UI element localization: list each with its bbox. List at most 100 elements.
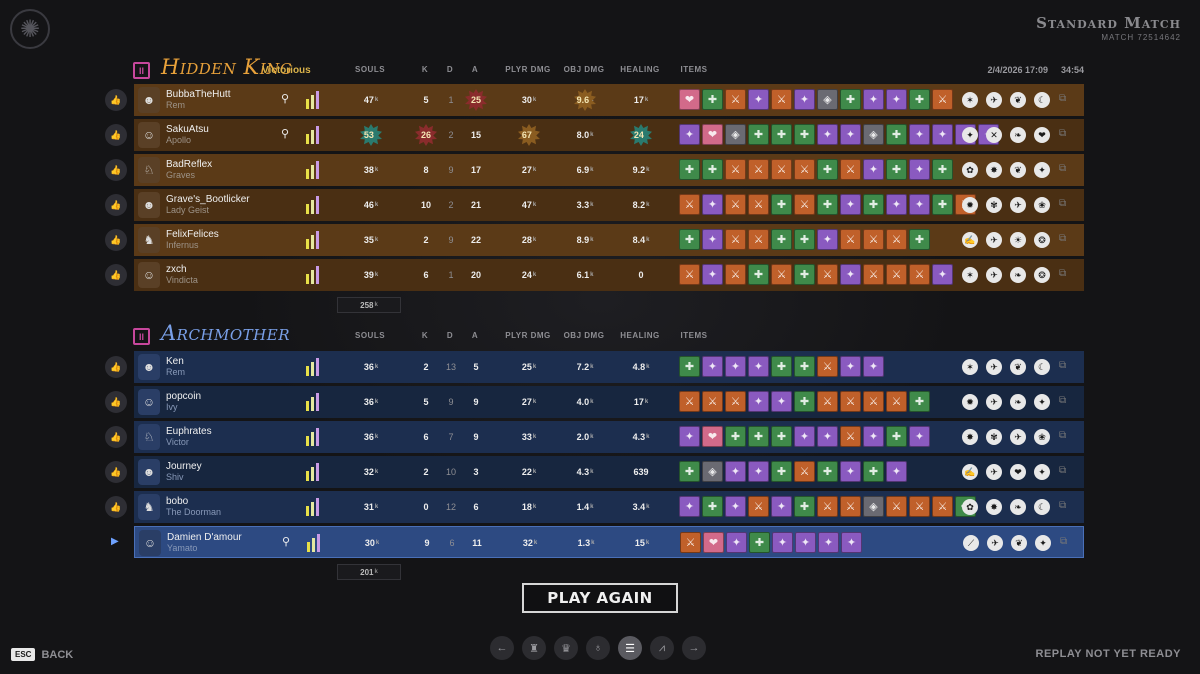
ability-icon[interactable]: ☾ <box>1034 499 1050 515</box>
purple-item-icon[interactable]: ✦ <box>817 124 838 145</box>
orange-item-icon[interactable]: ⚔ <box>771 89 792 110</box>
orange-item-icon[interactable]: ⚔ <box>932 89 953 110</box>
ability-icon[interactable]: ✍ <box>962 232 978 248</box>
ability-icon[interactable]: ❂ <box>1034 232 1050 248</box>
green-item-icon[interactable]: ✚ <box>840 89 861 110</box>
green-item-icon[interactable]: ✚ <box>932 194 953 215</box>
purple-item-icon[interactable]: ✦ <box>702 264 723 285</box>
player-row[interactable]: ☻ Ken Rem 36 k 2 13 5 25 k 7.2 k 4.8 k ✚ ✦ ✦ ✦ ✚ ✚ ⚔ ✦ ✦ ✶ ✈ ❦ ☾ ⧉ <box>134 351 1084 383</box>
orange-item-icon[interactable]: ⚔ <box>725 264 746 285</box>
orange-item-icon[interactable]: ⚔ <box>840 496 861 517</box>
purple-item-icon[interactable]: ✦ <box>817 229 838 250</box>
purple-item-icon[interactable]: ✦ <box>725 356 746 377</box>
purple-item-icon[interactable]: ✦ <box>679 426 700 447</box>
green-item-icon[interactable]: ✚ <box>794 264 815 285</box>
ability-icon[interactable]: ✶ <box>962 267 978 283</box>
green-item-icon[interactable]: ✚ <box>679 229 700 250</box>
copy-build-icon[interactable]: ⧉ <box>1060 536 1067 547</box>
purple-item-icon[interactable]: ✦ <box>818 532 839 553</box>
orange-item-icon[interactable]: ⚔ <box>840 229 861 250</box>
orange-item-icon[interactable]: ⚔ <box>725 159 746 180</box>
purple-item-icon[interactable]: ✦ <box>679 496 700 517</box>
rose-item-icon[interactable]: ❤ <box>679 89 700 110</box>
purple-item-icon[interactable]: ✦ <box>932 124 953 145</box>
purple-item-icon[interactable]: ✦ <box>863 356 884 377</box>
back-button[interactable]: ESC BACK <box>11 648 73 661</box>
green-item-icon[interactable]: ✚ <box>771 426 792 447</box>
purple-item-icon[interactable]: ✦ <box>748 391 769 412</box>
green-item-icon[interactable]: ✚ <box>794 391 815 412</box>
purple-item-icon[interactable]: ✦ <box>702 356 723 377</box>
player-row[interactable]: ♘ BadReflex Graves 38 k 8 9 17 27 k 6.9 k 9.2 k ✚ ✚ ⚔ ⚔ ⚔ ⚔… <box>134 154 1084 186</box>
player-row[interactable]: ☻ Grave's_Bootlicker Lady Geist 46 k 10 2 21 47 k… <box>134 189 1084 221</box>
purple-item-icon[interactable]: ✦ <box>863 89 884 110</box>
purple-item-icon[interactable]: ✦ <box>772 532 793 553</box>
ability-icon[interactable]: ⟋ <box>963 535 979 551</box>
orange-item-icon[interactable]: ⚔ <box>909 496 930 517</box>
orange-item-icon[interactable]: ⚔ <box>840 391 861 412</box>
ability-icon[interactable]: ❤ <box>1010 464 1026 480</box>
green-item-icon[interactable]: ✚ <box>748 264 769 285</box>
ability-icon[interactable]: ❀ <box>1034 197 1050 213</box>
ability-icon[interactable]: ✾ <box>986 197 1002 213</box>
green-item-icon[interactable]: ✚ <box>794 356 815 377</box>
player-name[interactable]: Euphrates <box>166 426 212 437</box>
ability-icon[interactable]: ✈ <box>986 464 1002 480</box>
thumbs-up-icon[interactable]: 👍 <box>105 426 127 448</box>
green-item-icon[interactable]: ✚ <box>748 426 769 447</box>
ability-icon[interactable]: ❧ <box>1010 127 1026 143</box>
ability-icon[interactable]: ❧ <box>1010 267 1026 283</box>
gray-item-icon[interactable]: ◈ <box>702 461 723 482</box>
green-item-icon[interactable]: ✚ <box>863 194 884 215</box>
player-name[interactable]: Journey <box>166 461 202 472</box>
player-name[interactable]: bobo <box>166 496 188 507</box>
green-item-icon[interactable]: ✚ <box>702 159 723 180</box>
ability-icon[interactable]: ✦ <box>962 127 978 143</box>
orange-item-icon[interactable]: ⚔ <box>863 229 884 250</box>
player-name[interactable]: Ken <box>166 356 184 367</box>
player-row[interactable]: ☺ Damien D'amour Yamato ⚲ 30 k 9 6 11 32 k 1.3 k 15 k ⚔… <box>134 526 1084 558</box>
orange-item-icon[interactable]: ⚔ <box>702 391 723 412</box>
gray-item-icon[interactable]: ◈ <box>863 124 884 145</box>
purple-item-icon[interactable]: ✦ <box>771 391 792 412</box>
purple-item-icon[interactable]: ✦ <box>817 426 838 447</box>
gray-item-icon[interactable]: ◈ <box>863 496 884 517</box>
orange-item-icon[interactable]: ⚔ <box>679 194 700 215</box>
thumbs-up-icon[interactable]: 👍 <box>105 159 127 181</box>
green-item-icon[interactable]: ✚ <box>679 159 700 180</box>
purple-item-icon[interactable]: ✦ <box>748 461 769 482</box>
orange-item-icon[interactable]: ⚔ <box>680 532 701 553</box>
copy-build-icon[interactable]: ⧉ <box>1059 430 1066 441</box>
ability-icon[interactable]: ✈ <box>1010 429 1026 445</box>
purple-item-icon[interactable]: ✦ <box>840 264 861 285</box>
copy-build-icon[interactable]: ⧉ <box>1059 395 1066 406</box>
ability-icon[interactable]: ✾ <box>986 429 1002 445</box>
purple-item-icon[interactable]: ✦ <box>795 532 816 553</box>
green-item-icon[interactable]: ✚ <box>794 124 815 145</box>
player-name[interactable]: BubbaTheHutt <box>166 89 231 100</box>
green-item-icon[interactable]: ✚ <box>817 461 838 482</box>
orange-item-icon[interactable]: ⚔ <box>840 426 861 447</box>
purple-item-icon[interactable]: ✦ <box>909 426 930 447</box>
purple-item-icon[interactable]: ✦ <box>909 159 930 180</box>
purple-item-icon[interactable]: ✦ <box>679 124 700 145</box>
green-item-icon[interactable]: ✚ <box>932 159 953 180</box>
copy-build-icon[interactable]: ⧉ <box>1059 500 1066 511</box>
player-name[interactable]: zxch <box>166 264 187 275</box>
ability-icon[interactable]: ☀ <box>1010 232 1026 248</box>
gray-item-icon[interactable]: ◈ <box>817 89 838 110</box>
green-item-icon[interactable]: ✚ <box>771 229 792 250</box>
player-row[interactable]: ☻ Journey Shiv 32 k 2 10 3 22 k 4.3 k 639 ✚ ◈ ✦ ✦ ✚ ⚔ ✚ ✦ ✚ ✦ ✍… <box>134 456 1084 488</box>
orange-item-icon[interactable]: ⚔ <box>817 356 838 377</box>
green-item-icon[interactable]: ✚ <box>749 532 770 553</box>
player-row[interactable]: ♘ Euphrates Victor 36 k 6 7 9 33 k 2.0 k 4.3 k ✦ ❤ ✚ ✚ ✚ ✦ ✦… <box>134 421 1084 453</box>
thumbs-up-icon[interactable]: 👍 <box>105 496 127 518</box>
ability-icon[interactable]: ☾ <box>1034 92 1050 108</box>
purple-item-icon[interactable]: ✦ <box>840 356 861 377</box>
green-item-icon[interactable]: ✚ <box>702 89 723 110</box>
rose-item-icon[interactable]: ❤ <box>702 124 723 145</box>
green-item-icon[interactable]: ✚ <box>748 124 769 145</box>
graph-icon[interactable]: ⩘ <box>650 636 674 660</box>
player-row[interactable]: ☺ popcoin Ivy 36 k 5 9 9 27 k 4.0 k 17 k ⚔ ⚔ ⚔ ✦ ✦ ✚ ⚔ ⚔ ⚔ ⚔ ✚ ✹ ✈… <box>134 386 1084 418</box>
ability-icon[interactable]: ✕ <box>986 127 1002 143</box>
